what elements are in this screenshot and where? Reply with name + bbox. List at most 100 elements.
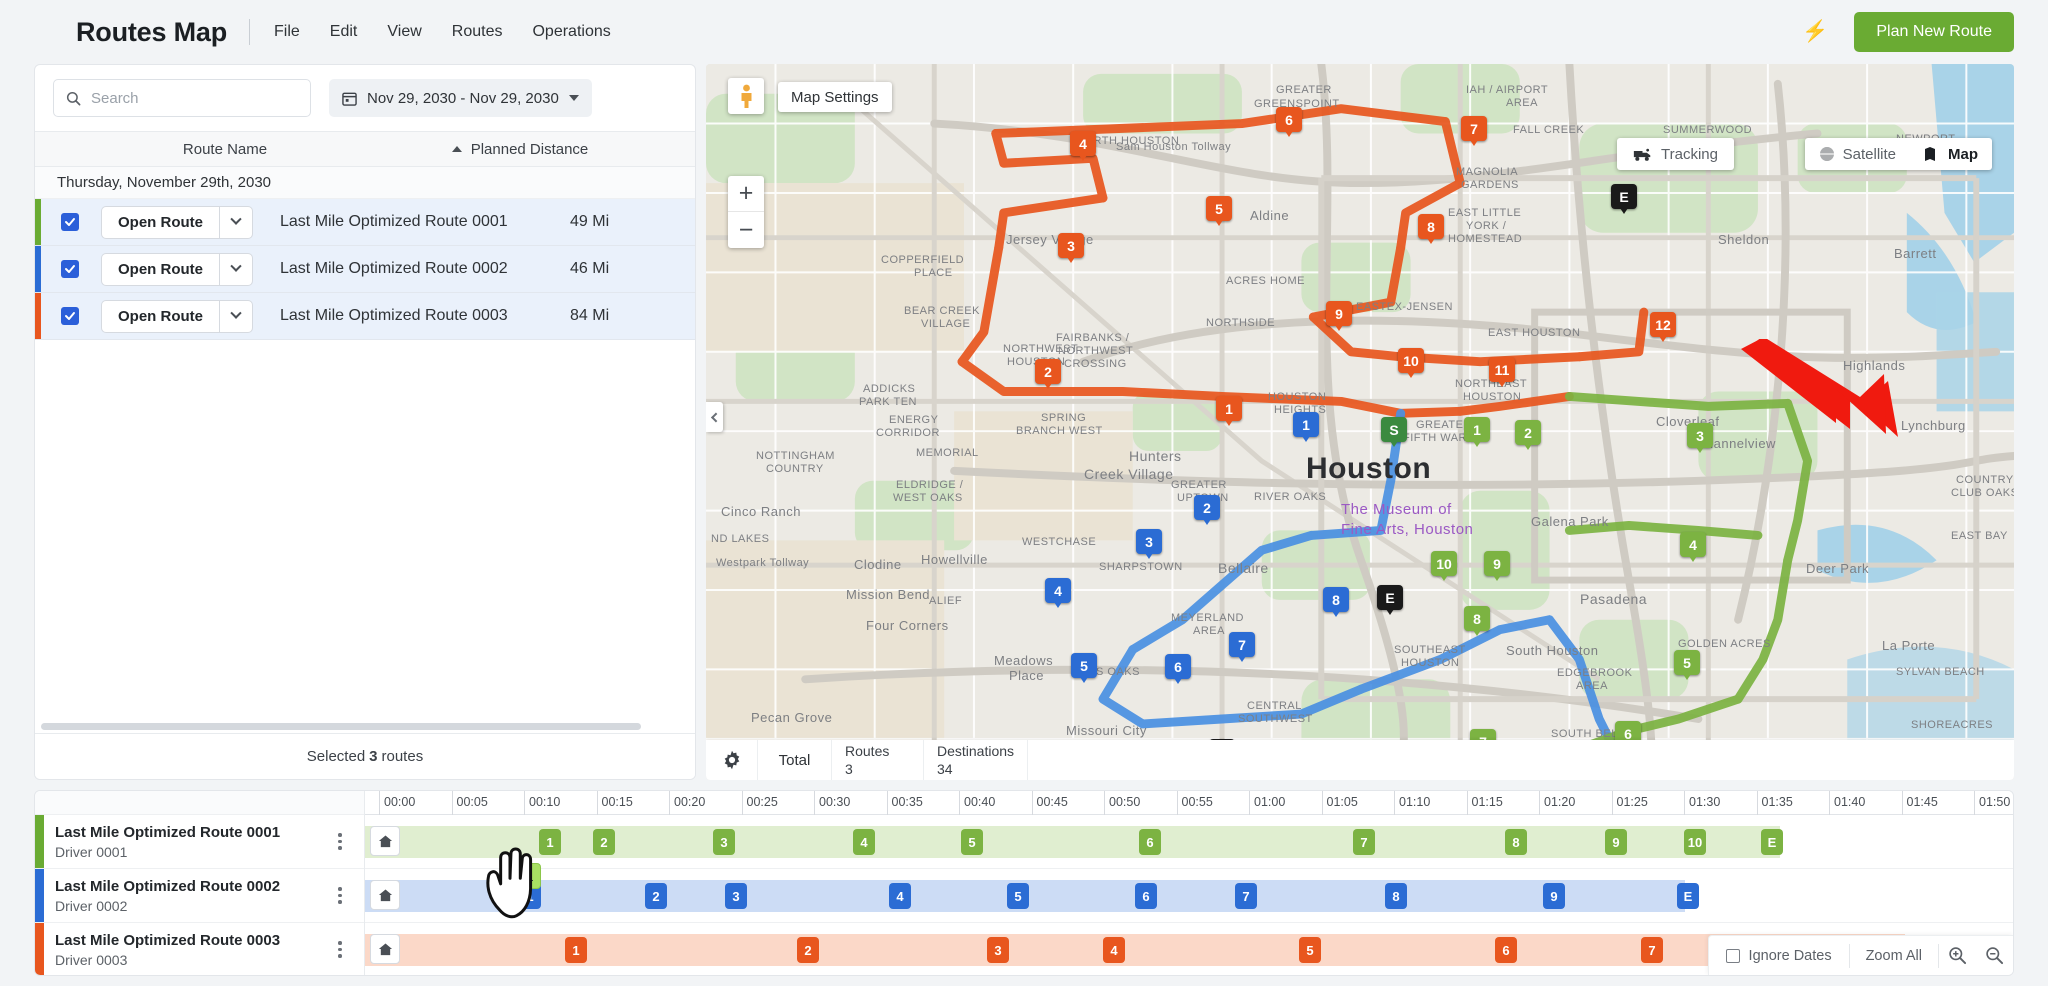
- map-type-map-button[interactable]: Map: [1910, 138, 1992, 170]
- timeline-stop-chip[interactable]: 2: [797, 937, 819, 963]
- map-stop-pin[interactable]: 9: [1326, 301, 1352, 331]
- map-stop-pin[interactable]: 8: [1418, 214, 1444, 244]
- timeline-zoom-in-button[interactable]: [1939, 946, 1976, 965]
- plan-new-route-button[interactable]: Plan New Route: [1854, 12, 2014, 52]
- map-stop-pin[interactable]: 1: [1464, 417, 1490, 447]
- timeline-stop-chip[interactable]: 5: [1007, 883, 1029, 909]
- map-stop-pin[interactable]: S: [1381, 417, 1407, 447]
- map-stop-pin[interactable]: 10: [1398, 348, 1424, 378]
- ignore-dates-toggle[interactable]: Ignore Dates: [1709, 948, 1849, 964]
- column-header-route-name[interactable]: Route Name: [35, 141, 415, 158]
- map-stop-pin[interactable]: 2: [1035, 359, 1061, 389]
- timeline-stop-chip[interactable]: 4: [853, 829, 875, 855]
- timeline-stop-chip[interactable]: E: [1761, 829, 1783, 855]
- timeline-route-item[interactable]: Last Mile Optimized Route 0003 Driver 000…: [35, 923, 364, 975]
- map-stop-pin[interactable]: 2: [1194, 495, 1220, 525]
- timeline-stop-chip[interactable]: 6: [1495, 937, 1517, 963]
- map-stop-pin[interactable]: 4: [1680, 532, 1706, 562]
- open-route-button[interactable]: Open Route: [101, 205, 219, 239]
- timeline-zoom-out-button[interactable]: [1976, 946, 2013, 965]
- timeline-home-chip[interactable]: [370, 934, 400, 964]
- map-stop-pin[interactable]: 7: [1229, 632, 1255, 662]
- map-stop-pin[interactable]: 5: [1674, 650, 1700, 680]
- timeline-route-menu-button[interactable]: [328, 941, 352, 958]
- timeline-home-chip[interactable]: [370, 826, 400, 856]
- map-collapse-handle[interactable]: [706, 402, 723, 432]
- table-row[interactable]: Open Route Last Mile Optimized Route 0002…: [35, 246, 695, 293]
- open-route-dropdown-button[interactable]: [219, 299, 253, 333]
- map-stop-pin[interactable]: 5: [1071, 653, 1097, 683]
- map-stop-pin[interactable]: 1: [1293, 412, 1319, 442]
- map-stop-pin[interactable]: 2: [1515, 420, 1541, 450]
- horizontal-scrollbar-thumb[interactable]: [41, 722, 641, 730]
- map-stop-pin[interactable]: 11: [1489, 357, 1515, 387]
- menu-item-edit[interactable]: Edit: [328, 19, 360, 45]
- route-checkbox[interactable]: [61, 260, 79, 278]
- bolt-icon[interactable]: ⚡: [1802, 20, 1828, 44]
- timeline-home-chip[interactable]: [370, 880, 400, 910]
- menu-item-operations[interactable]: Operations: [530, 19, 612, 45]
- date-range-picker[interactable]: Nov 29, 2030 - Nov 29, 2030: [329, 79, 592, 117]
- timeline-dragged-stop-chip[interactable]: 1: [519, 863, 541, 889]
- map-stop-pin[interactable]: 3: [1687, 423, 1713, 453]
- pegman-streetview-button[interactable]: [728, 78, 764, 114]
- timeline-stop-chip[interactable]: 4: [1103, 937, 1125, 963]
- search-box[interactable]: [53, 79, 311, 117]
- timeline-stop-chip[interactable]: 6: [1139, 829, 1161, 855]
- map-settings-button[interactable]: Map Settings: [778, 82, 892, 112]
- map-stop-pin[interactable]: 10: [1431, 551, 1457, 581]
- route-checkbox[interactable]: [61, 307, 79, 325]
- menu-item-view[interactable]: View: [385, 19, 423, 45]
- menu-item-file[interactable]: File: [272, 19, 302, 45]
- timeline-stop-chip[interactable]: 7: [1353, 829, 1375, 855]
- route-checkbox[interactable]: [61, 213, 79, 231]
- timeline-stop-chip[interactable]: 8: [1385, 883, 1407, 909]
- timeline-stop-chip[interactable]: 1: [539, 829, 561, 855]
- map-stop-pin[interactable]: 6: [1276, 107, 1302, 137]
- map-stop-pin[interactable]: E: [1377, 585, 1403, 615]
- timeline-stop-chip[interactable]: E: [1677, 883, 1699, 909]
- timeline-stop-chip[interactable]: 9: [1543, 883, 1565, 909]
- map-stop-pin[interactable]: E: [1611, 184, 1637, 214]
- map-stop-pin[interactable]: 12: [1650, 312, 1676, 342]
- timeline-stop-chip[interactable]: 1: [565, 937, 587, 963]
- timeline-stop-chip[interactable]: 9: [1605, 829, 1627, 855]
- timeline-track[interactable]: 123456789E1: [365, 863, 2013, 923]
- timeline-route-menu-button[interactable]: [328, 887, 352, 904]
- map-stop-pin[interactable]: 4: [1070, 131, 1096, 161]
- map-stop-pin[interactable]: 7: [1461, 116, 1487, 146]
- timeline-stop-chip[interactable]: 5: [1299, 937, 1321, 963]
- search-input[interactable]: [91, 89, 298, 107]
- column-header-planned-distance[interactable]: Planned Distance: [415, 141, 625, 158]
- timeline-stop-chip[interactable]: 8: [1505, 829, 1527, 855]
- timeline-stop-chip[interactable]: 3: [725, 883, 747, 909]
- map-stats-settings-button[interactable]: [706, 740, 758, 780]
- timeline-stop-chip[interactable]: 5: [961, 829, 983, 855]
- zoom-all-button[interactable]: Zoom All: [1850, 948, 1938, 964]
- timeline-stop-chip[interactable]: 2: [645, 883, 667, 909]
- open-route-button[interactable]: Open Route: [101, 252, 219, 286]
- map-stop-pin[interactable]: 4: [1045, 578, 1071, 608]
- timeline-stop-chip[interactable]: 4: [889, 883, 911, 909]
- timeline-stop-chip[interactable]: 3: [987, 937, 1009, 963]
- timeline-stop-chip[interactable]: 7: [1641, 937, 1663, 963]
- tracking-button[interactable]: Tracking: [1617, 138, 1734, 170]
- ignore-dates-checkbox[interactable]: [1725, 948, 1740, 963]
- timeline-stop-chip[interactable]: 10: [1684, 829, 1706, 855]
- map-stop-pin[interactable]: 5: [1206, 196, 1232, 226]
- timeline-stop-chip[interactable]: 7: [1235, 883, 1257, 909]
- timeline-stop-chip[interactable]: 2: [593, 829, 615, 855]
- timeline-track[interactable]: 1 2 3 4 5 6 7 8 9 10 E: [365, 815, 2013, 869]
- map-stop-pin[interactable]: 6: [1165, 654, 1191, 684]
- open-route-dropdown-button[interactable]: [219, 252, 253, 286]
- map-type-satellite-button[interactable]: Satellite: [1805, 138, 1910, 170]
- timeline-route-item[interactable]: Last Mile Optimized Route 0002 Driver 000…: [35, 869, 364, 923]
- map-stop-pin[interactable]: 1: [1216, 396, 1242, 426]
- map-zoom-in-button[interactable]: +: [728, 176, 764, 212]
- map-zoom-out-button[interactable]: −: [728, 212, 764, 248]
- timeline-stop-chip[interactable]: 6: [1135, 883, 1157, 909]
- timeline-stop-chip[interactable]: 3: [713, 829, 735, 855]
- open-route-button[interactable]: Open Route: [101, 299, 219, 333]
- map-panel[interactable]: CYPRESSCREEK LAKESTOWNE LAKEWILLOWBROOKG…: [706, 64, 2014, 780]
- horizontal-scrollbar[interactable]: [35, 719, 695, 733]
